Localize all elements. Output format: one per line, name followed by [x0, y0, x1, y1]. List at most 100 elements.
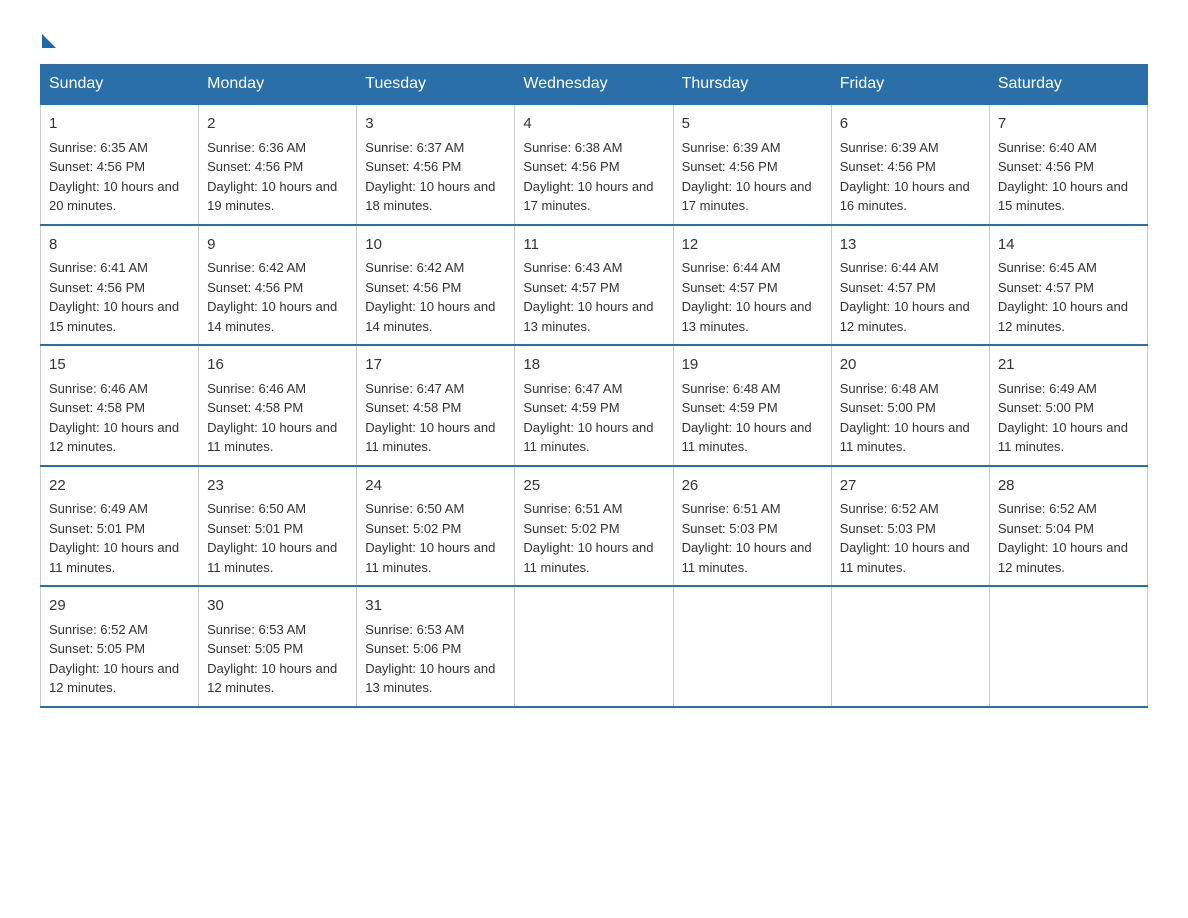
day-cell-3: 3Sunrise: 6:37 AMSunset: 4:56 PMDaylight… — [357, 104, 515, 225]
col-header-monday: Monday — [199, 65, 357, 105]
day-cell-5: 5Sunrise: 6:39 AMSunset: 4:56 PMDaylight… — [673, 104, 831, 225]
day-info: Sunrise: 6:39 AMSunset: 4:56 PMDaylight:… — [840, 138, 981, 216]
day-cell-27: 27Sunrise: 6:52 AMSunset: 5:03 PMDayligh… — [831, 466, 989, 587]
day-info: Sunrise: 6:44 AMSunset: 4:57 PMDaylight:… — [840, 258, 981, 336]
day-cell-31: 31Sunrise: 6:53 AMSunset: 5:06 PMDayligh… — [357, 586, 515, 707]
day-cell-20: 20Sunrise: 6:48 AMSunset: 5:00 PMDayligh… — [831, 345, 989, 466]
col-header-tuesday: Tuesday — [357, 65, 515, 105]
day-info: Sunrise: 6:49 AMSunset: 5:01 PMDaylight:… — [49, 499, 190, 577]
day-cell-25: 25Sunrise: 6:51 AMSunset: 5:02 PMDayligh… — [515, 466, 673, 587]
day-info: Sunrise: 6:37 AMSunset: 4:56 PMDaylight:… — [365, 138, 506, 216]
empty-cell — [831, 586, 989, 707]
day-info: Sunrise: 6:53 AMSunset: 5:06 PMDaylight:… — [365, 620, 506, 698]
week-row-1: 1Sunrise: 6:35 AMSunset: 4:56 PMDaylight… — [41, 104, 1148, 225]
day-number: 28 — [998, 475, 1139, 498]
day-number: 11 — [523, 234, 664, 257]
day-info: Sunrise: 6:47 AMSunset: 4:58 PMDaylight:… — [365, 379, 506, 457]
header — [40, 30, 1148, 44]
day-info: Sunrise: 6:52 AMSunset: 5:03 PMDaylight:… — [840, 499, 981, 577]
day-cell-17: 17Sunrise: 6:47 AMSunset: 4:58 PMDayligh… — [357, 345, 515, 466]
empty-cell — [515, 586, 673, 707]
day-cell-16: 16Sunrise: 6:46 AMSunset: 4:58 PMDayligh… — [199, 345, 357, 466]
day-cell-11: 11Sunrise: 6:43 AMSunset: 4:57 PMDayligh… — [515, 225, 673, 346]
day-info: Sunrise: 6:51 AMSunset: 5:03 PMDaylight:… — [682, 499, 823, 577]
day-number: 13 — [840, 234, 981, 257]
day-info: Sunrise: 6:53 AMSunset: 5:05 PMDaylight:… — [207, 620, 348, 698]
day-number: 5 — [682, 113, 823, 136]
header-row: SundayMondayTuesdayWednesdayThursdayFrid… — [41, 65, 1148, 105]
day-info: Sunrise: 6:47 AMSunset: 4:59 PMDaylight:… — [523, 379, 664, 457]
day-info: Sunrise: 6:46 AMSunset: 4:58 PMDaylight:… — [207, 379, 348, 457]
day-cell-26: 26Sunrise: 6:51 AMSunset: 5:03 PMDayligh… — [673, 466, 831, 587]
day-cell-9: 9Sunrise: 6:42 AMSunset: 4:56 PMDaylight… — [199, 225, 357, 346]
day-number: 14 — [998, 234, 1139, 257]
col-header-saturday: Saturday — [989, 65, 1147, 105]
day-info: Sunrise: 6:50 AMSunset: 5:01 PMDaylight:… — [207, 499, 348, 577]
day-info: Sunrise: 6:38 AMSunset: 4:56 PMDaylight:… — [523, 138, 664, 216]
day-info: Sunrise: 6:52 AMSunset: 5:05 PMDaylight:… — [49, 620, 190, 698]
day-cell-22: 22Sunrise: 6:49 AMSunset: 5:01 PMDayligh… — [41, 466, 199, 587]
day-number: 2 — [207, 113, 348, 136]
day-cell-13: 13Sunrise: 6:44 AMSunset: 4:57 PMDayligh… — [831, 225, 989, 346]
calendar-table: SundayMondayTuesdayWednesdayThursdayFrid… — [40, 64, 1148, 708]
day-number: 22 — [49, 475, 190, 498]
day-number: 29 — [49, 595, 190, 618]
day-cell-12: 12Sunrise: 6:44 AMSunset: 4:57 PMDayligh… — [673, 225, 831, 346]
day-number: 6 — [840, 113, 981, 136]
day-number: 7 — [998, 113, 1139, 136]
day-cell-1: 1Sunrise: 6:35 AMSunset: 4:56 PMDaylight… — [41, 104, 199, 225]
day-info: Sunrise: 6:41 AMSunset: 4:56 PMDaylight:… — [49, 258, 190, 336]
day-number: 23 — [207, 475, 348, 498]
day-cell-14: 14Sunrise: 6:45 AMSunset: 4:57 PMDayligh… — [989, 225, 1147, 346]
day-info: Sunrise: 6:52 AMSunset: 5:04 PMDaylight:… — [998, 499, 1139, 577]
week-row-2: 8Sunrise: 6:41 AMSunset: 4:56 PMDaylight… — [41, 225, 1148, 346]
day-info: Sunrise: 6:36 AMSunset: 4:56 PMDaylight:… — [207, 138, 348, 216]
day-number: 3 — [365, 113, 506, 136]
day-info: Sunrise: 6:51 AMSunset: 5:02 PMDaylight:… — [523, 499, 664, 577]
day-cell-24: 24Sunrise: 6:50 AMSunset: 5:02 PMDayligh… — [357, 466, 515, 587]
day-info: Sunrise: 6:46 AMSunset: 4:58 PMDaylight:… — [49, 379, 190, 457]
day-number: 30 — [207, 595, 348, 618]
day-info: Sunrise: 6:40 AMSunset: 4:56 PMDaylight:… — [998, 138, 1139, 216]
day-info: Sunrise: 6:43 AMSunset: 4:57 PMDaylight:… — [523, 258, 664, 336]
empty-cell — [989, 586, 1147, 707]
day-cell-23: 23Sunrise: 6:50 AMSunset: 5:01 PMDayligh… — [199, 466, 357, 587]
day-number: 19 — [682, 354, 823, 377]
day-info: Sunrise: 6:49 AMSunset: 5:00 PMDaylight:… — [998, 379, 1139, 457]
day-number: 27 — [840, 475, 981, 498]
day-cell-30: 30Sunrise: 6:53 AMSunset: 5:05 PMDayligh… — [199, 586, 357, 707]
day-info: Sunrise: 6:42 AMSunset: 4:56 PMDaylight:… — [365, 258, 506, 336]
day-number: 25 — [523, 475, 664, 498]
day-number: 1 — [49, 113, 190, 136]
day-cell-2: 2Sunrise: 6:36 AMSunset: 4:56 PMDaylight… — [199, 104, 357, 225]
day-number: 9 — [207, 234, 348, 257]
day-number: 4 — [523, 113, 664, 136]
day-cell-6: 6Sunrise: 6:39 AMSunset: 4:56 PMDaylight… — [831, 104, 989, 225]
day-number: 12 — [682, 234, 823, 257]
day-cell-4: 4Sunrise: 6:38 AMSunset: 4:56 PMDaylight… — [515, 104, 673, 225]
day-number: 10 — [365, 234, 506, 257]
day-info: Sunrise: 6:50 AMSunset: 5:02 PMDaylight:… — [365, 499, 506, 577]
day-number: 26 — [682, 475, 823, 498]
day-number: 16 — [207, 354, 348, 377]
logo-triangle-icon — [42, 34, 56, 48]
day-number: 20 — [840, 354, 981, 377]
col-header-sunday: Sunday — [41, 65, 199, 105]
day-number: 31 — [365, 595, 506, 618]
day-cell-19: 19Sunrise: 6:48 AMSunset: 4:59 PMDayligh… — [673, 345, 831, 466]
day-number: 18 — [523, 354, 664, 377]
day-info: Sunrise: 6:45 AMSunset: 4:57 PMDaylight:… — [998, 258, 1139, 336]
week-row-3: 15Sunrise: 6:46 AMSunset: 4:58 PMDayligh… — [41, 345, 1148, 466]
day-number: 8 — [49, 234, 190, 257]
col-header-friday: Friday — [831, 65, 989, 105]
week-row-5: 29Sunrise: 6:52 AMSunset: 5:05 PMDayligh… — [41, 586, 1148, 707]
day-number: 21 — [998, 354, 1139, 377]
day-cell-10: 10Sunrise: 6:42 AMSunset: 4:56 PMDayligh… — [357, 225, 515, 346]
col-header-thursday: Thursday — [673, 65, 831, 105]
day-info: Sunrise: 6:48 AMSunset: 4:59 PMDaylight:… — [682, 379, 823, 457]
day-info: Sunrise: 6:44 AMSunset: 4:57 PMDaylight:… — [682, 258, 823, 336]
day-number: 24 — [365, 475, 506, 498]
day-cell-28: 28Sunrise: 6:52 AMSunset: 5:04 PMDayligh… — [989, 466, 1147, 587]
day-cell-29: 29Sunrise: 6:52 AMSunset: 5:05 PMDayligh… — [41, 586, 199, 707]
day-info: Sunrise: 6:42 AMSunset: 4:56 PMDaylight:… — [207, 258, 348, 336]
